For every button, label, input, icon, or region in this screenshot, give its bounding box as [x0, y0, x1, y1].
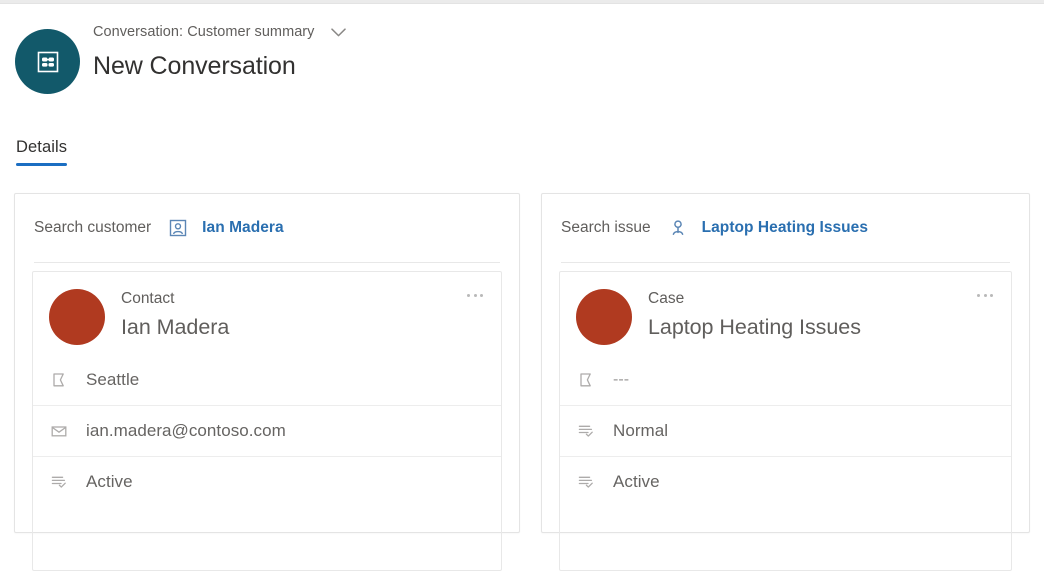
- entity-name: Laptop Heating Issues: [648, 315, 861, 339]
- contact-location-value: Seattle: [86, 369, 140, 389]
- contact-attribute-status: Active: [33, 456, 501, 507]
- case-entity-panel: Case Laptop Heating Issues --- Normal Ac…: [559, 271, 1012, 571]
- tab-details[interactable]: Details: [16, 138, 68, 166]
- card-divider: [561, 262, 1010, 263]
- customer-summary-card: Search customer Ian Madera Contact Ian M…: [14, 193, 520, 571]
- tab-bar: Details: [16, 138, 68, 166]
- status-list-icon: [574, 470, 598, 494]
- page-title: New Conversation: [93, 52, 296, 80]
- search-customer-label: Search customer: [34, 219, 152, 236]
- contact-attribute-email: ian.madera@contoso.com: [33, 405, 501, 456]
- case-status-value: Active: [613, 472, 660, 491]
- issue-link[interactable]: Laptop Heating Issues: [702, 219, 868, 237]
- case-priority-value: Normal: [613, 421, 669, 440]
- entity-type-label: Case: [648, 290, 685, 307]
- conversation-icon: [15, 29, 80, 94]
- case-location-value: ---: [613, 370, 630, 388]
- page-header: Conversation: Customer summary New Conve…: [0, 20, 1044, 100]
- header-text-block: Conversation: Customer summary New Conve…: [93, 20, 349, 81]
- case-attribute-status: Active: [560, 456, 1011, 507]
- contact-email-value: ian.madera@contoso.com: [86, 421, 286, 440]
- avatar: [49, 289, 105, 345]
- card-divider: [34, 262, 500, 263]
- case-attribute-location: ---: [560, 354, 1011, 405]
- avatar: [576, 289, 632, 345]
- person-icon[interactable]: [667, 217, 689, 239]
- status-list-icon: [574, 419, 598, 443]
- customer-link[interactable]: Ian Madera: [202, 219, 283, 237]
- issue-search-row: Search issue Laptop Heating Issues: [542, 194, 1029, 262]
- entity-type-label: Contact: [121, 290, 175, 307]
- issue-summary-card: Search issue Laptop Heating Issues Case …: [541, 193, 1030, 571]
- status-list-icon: [47, 470, 71, 494]
- chevron-down-icon[interactable]: [329, 22, 349, 42]
- envelope-icon: [47, 419, 71, 443]
- more-options-icon[interactable]: [463, 286, 487, 304]
- header-subtitle: Conversation: Customer summary: [93, 24, 315, 40]
- entity-name: Ian Madera: [121, 315, 230, 339]
- location-flag-icon: [574, 368, 598, 392]
- window-top-strip: [0, 0, 1044, 4]
- more-options-icon[interactable]: [973, 286, 997, 304]
- location-flag-icon: [47, 368, 71, 392]
- contact-attribute-location: Seattle: [33, 354, 501, 405]
- customer-search-row: Search customer Ian Madera: [15, 194, 519, 262]
- contact-status-value: Active: [86, 472, 133, 491]
- contact-entity-header: Contact Ian Madera: [33, 272, 501, 354]
- case-entity-header: Case Laptop Heating Issues: [560, 272, 1011, 354]
- contact-entity-panel: Contact Ian Madera Seattle ian.madera@co…: [32, 271, 502, 571]
- contact-card-icon[interactable]: [167, 217, 189, 239]
- case-attribute-priority: Normal: [560, 405, 1011, 456]
- search-issue-label: Search issue: [561, 219, 651, 236]
